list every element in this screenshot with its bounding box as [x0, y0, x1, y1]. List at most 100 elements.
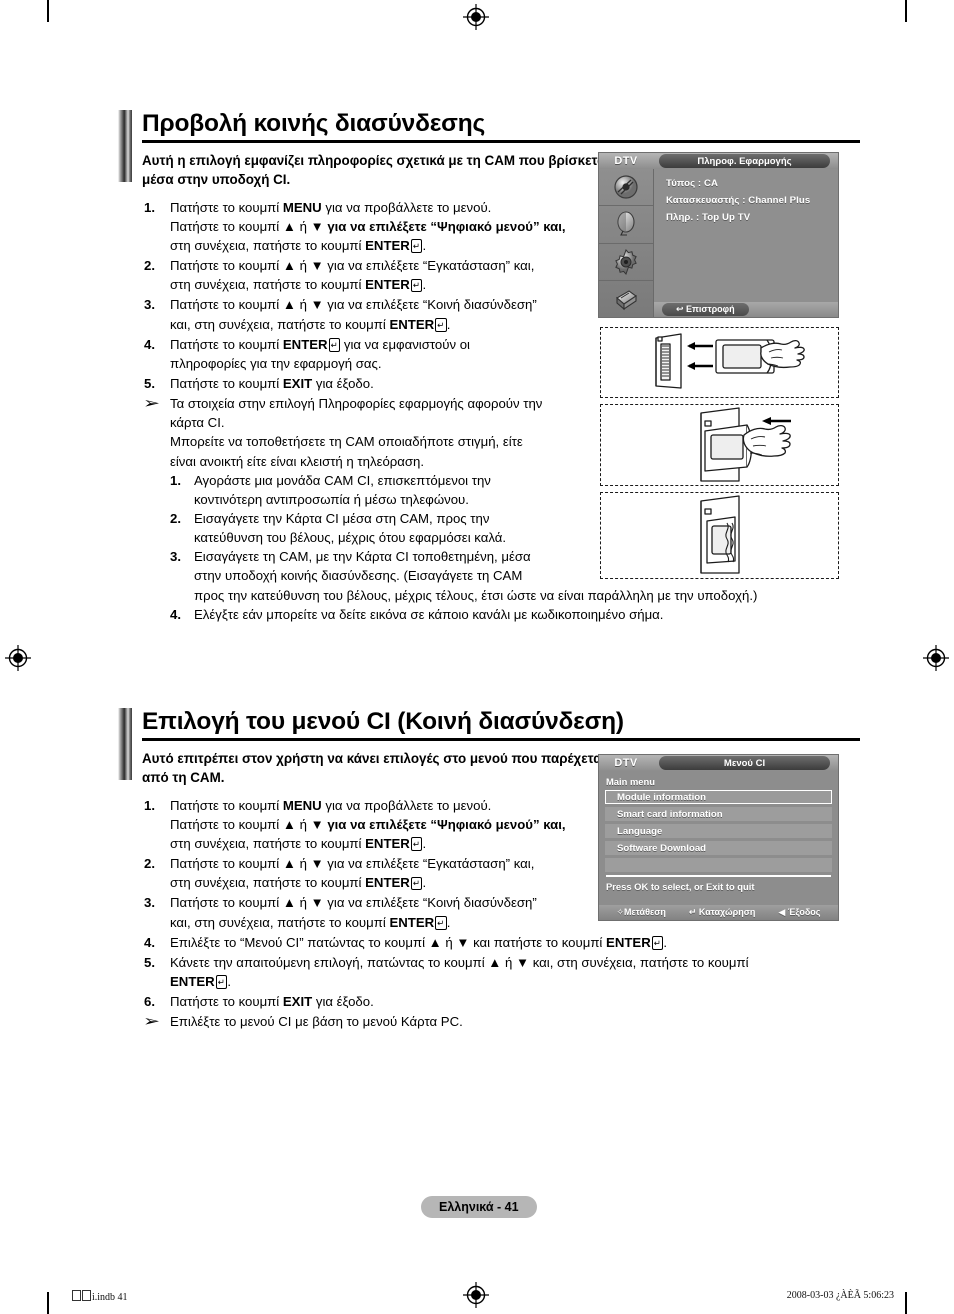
- osd-ci-footer: ✧Μετάθεση ↵ Καταχώρηση ◀ Έξοδος: [599, 905, 838, 920]
- emphasis-text: ENTER: [365, 835, 410, 851]
- osd-ci-menu-item[interactable]: Language: [605, 824, 832, 838]
- step-number: 2.: [144, 856, 155, 872]
- sub-step-line: κοντινότερη αντιπροσωπία ή μέσω τηλεφώνο…: [194, 491, 469, 507]
- step-number: 4.: [144, 934, 155, 950]
- note-arrow-icon: ➢: [143, 395, 160, 413]
- emphasis-text: ENTER: [365, 875, 410, 891]
- osd-ci-footer-enter[interactable]: ↵ Καταχώρηση: [689, 907, 755, 918]
- osd-return-button[interactable]: ↩ Επιστροφή: [662, 303, 749, 316]
- body-text: Πατήστε το κουμπί ▲ ή ▼: [170, 816, 328, 832]
- body-text: Πατήστε το κουμπί: [170, 797, 283, 813]
- step-number: 6.: [144, 994, 155, 1010]
- emphasis-text: MENU: [282, 199, 322, 215]
- osd-ci-body: Main menu Module information Smart card i…: [599, 771, 838, 920]
- page-title-section-2: Επιλογή του μενού CI (Κοινή διασύνδεση): [142, 708, 624, 735]
- emphasis-text: για να επιλέξετε “Ψηφιακό μενού” και,: [327, 816, 566, 832]
- emphasis-text: ENTER: [365, 277, 410, 293]
- body-text: .: [227, 973, 231, 989]
- body-text: .: [663, 934, 668, 950]
- osd-content: Τύπος : CA Κατασκευαστής : Channel Plus …: [654, 169, 838, 317]
- note-line: Επιλέξτε το μενού CI με βάση το μενού Κά…: [170, 1014, 463, 1030]
- enter-key-icon: ↵: [328, 338, 341, 352]
- satellite-dish-icon[interactable]: [599, 206, 653, 244]
- heading-rule-1: [142, 140, 860, 143]
- input-source-icon[interactable]: [599, 281, 653, 317]
- osd-ci-menu-item[interactable]: Smart card information: [605, 807, 832, 821]
- osd-ci-menu-item[interactable]: Module information: [605, 790, 832, 804]
- osd-source-label: DTV: [614, 155, 638, 167]
- crop-mark-bottom-right: [905, 1292, 907, 1314]
- emphasis-text: ENTER: [389, 316, 435, 332]
- osd-ci-item-list: Module information Smart card information…: [605, 790, 832, 872]
- sub-step-line: κατεύθυνση του βέλους, μέχρις ότου εφαρμ…: [194, 530, 507, 546]
- emphasis-text: ENTER: [606, 934, 651, 950]
- note-line: Μπορείτε να τοποθετήσετε τη CAM οποιαδήπ…: [170, 434, 523, 450]
- sub-step-number: 3.: [170, 549, 181, 565]
- step-number: 4.: [144, 336, 155, 352]
- osd-ci-footer-exit[interactable]: ◀ Έξοδος: [778, 907, 820, 918]
- instruction-step: 5. Κάνετε την απαιτούμενη επιλογή, πατώντ…: [142, 953, 848, 991]
- note-line: είναι ανοικτή είτε είναι κλειστή η τηλεό…: [170, 453, 425, 469]
- antenna-icon[interactable]: [599, 169, 653, 207]
- sub-step-number: 4.: [170, 606, 181, 622]
- body-text: Πατήστε το κουμπί: [170, 336, 283, 352]
- step-number: 2.: [144, 258, 155, 274]
- crop-mark-bottom-left: [47, 1292, 49, 1314]
- osd-info-line: Τύπος : CA: [666, 178, 719, 189]
- note-line: κάρτα CI.: [170, 415, 225, 431]
- body-text: πληροφορίες για την εφαρμογή σας.: [170, 355, 382, 371]
- body-text: για να προβάλλετε το μενού.: [321, 797, 492, 813]
- osd-application-information: DTV Πληροφ. Εφαρμογής Τύπος: CA Κατασκε…: [598, 152, 839, 318]
- osd-ci-divider: [606, 875, 831, 877]
- gear-setup-icon[interactable]: [599, 244, 653, 281]
- page-title-section-1: Προβολή κοινής διασύνδεσης: [142, 110, 486, 137]
- imprint-right-text: 2008-03-03 ¿ÀÈÃ 5:06:23: [786, 1290, 894, 1301]
- registration-mark-bottom: [463, 1282, 489, 1308]
- body-text: Πατήστε το κουμπί: [170, 375, 283, 391]
- body-text: στη συνέχεια, πατήστε το κουμπί: [170, 875, 366, 891]
- sub-step-line: Εισαγάγετε την Κάρτα CI μέσα στη CAM, πρ…: [194, 510, 490, 526]
- heading-accent-bar-1: [118, 110, 132, 182]
- body-text: για να προβάλλετε το μενού.: [321, 199, 492, 215]
- enter-key-icon: ↵: [435, 318, 447, 332]
- body-text: Πατήστε το κουμπί ▲ ή ▼ για να επιλέξετε…: [170, 895, 537, 911]
- imprint-right: 2008-03-03 ¿ÀÈÃ 5:06:23: [787, 1290, 894, 1301]
- emphasis-text: ENTER: [170, 973, 215, 989]
- step-number: 3.: [144, 297, 155, 313]
- body-text: στη συνέχεια, πατήστε το κουμπί: [170, 835, 366, 851]
- osd-ci-source-label: DTV: [614, 757, 638, 769]
- emphasis-text: ENTER: [282, 336, 328, 352]
- emphasis-text: EXIT: [282, 994, 313, 1010]
- crop-mark-top-right: [905, 0, 907, 22]
- sub-step-number: 1.: [170, 472, 181, 488]
- body-text: .: [446, 316, 451, 332]
- enter-key-icon: ↵: [410, 239, 423, 253]
- enter-key-icon: ↵: [651, 936, 664, 950]
- registration-mark-right: [923, 645, 949, 671]
- enter-key-icon: ↵: [410, 837, 423, 851]
- section-2-note: ➢ Επιλέξτε το μενού CI με βάση το μενού Κ…: [132, 1012, 848, 1031]
- osd-ci-footer-move[interactable]: ✧Μετάθεση: [616, 907, 665, 918]
- osd-info-line: Κατασκευαστής : Channel Plus: [666, 195, 811, 206]
- osd-ci-hint: Press OK to select, or Exit to quit: [606, 880, 755, 892]
- osd-ci-menu-item-empty[interactable]: [605, 858, 832, 872]
- note-arrow-icon: ➢: [143, 1013, 160, 1031]
- emphasis-text: EXIT: [282, 375, 313, 391]
- emphasis-text: ENTER: [389, 914, 435, 930]
- section-2-lead: Αυτό επιτρέπει στον χρήστη να κάνει επιλ…: [142, 750, 606, 785]
- imprint-left-text: i.indb 41: [92, 1292, 128, 1303]
- body-text: .: [422, 277, 427, 293]
- step-number: 1.: [144, 199, 155, 215]
- step-number: 1.: [144, 797, 155, 813]
- sub-step-line: προς την κατεύθυνση του βέλους, μέχρις τ…: [194, 587, 758, 603]
- osd-titlebar: DTV Πληροφ. Εφαρμογής: [599, 153, 838, 169]
- heading-accent-bar-2: [118, 708, 132, 780]
- body-text: .: [422, 875, 427, 891]
- body-text: για έξοδο.: [312, 375, 374, 391]
- body-text: Πατήστε το κουμπί ▲ ή ▼ για να επιλέξετε…: [170, 258, 535, 274]
- note-sub-step: 4. Ελέγξτε εάν μπορείτε να δείτε εικόνα σ…: [170, 605, 848, 624]
- osd-ci-menu-item[interactable]: Software Download: [605, 841, 832, 855]
- osd-return-bar: ↩ Επιστροφή: [654, 302, 838, 317]
- manual-page: Προβολή κοινής διασύνδεσης Αυτή η επιλογ…: [0, 0, 954, 1314]
- instruction-step: 4. Επιλέξτε το “Μενού CI” πατώντας το κου…: [142, 933, 848, 952]
